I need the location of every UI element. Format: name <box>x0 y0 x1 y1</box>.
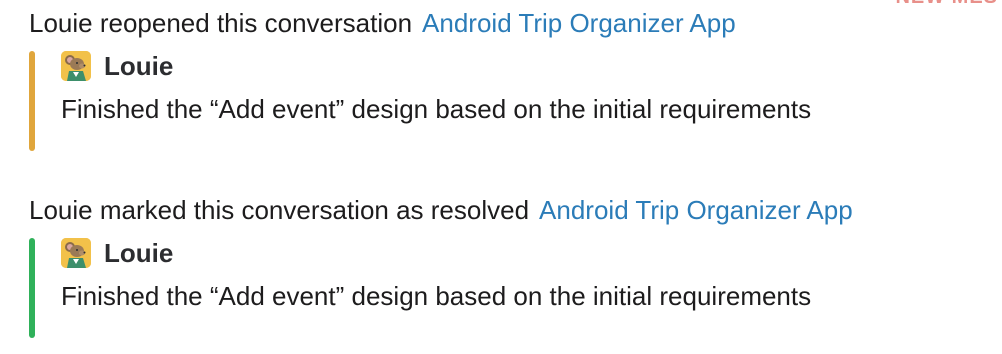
quote-author: Louie <box>61 49 982 83</box>
quote-author: Louie <box>61 236 982 270</box>
event-line: Louie marked this conversation as resolv… <box>29 193 982 227</box>
message-text: Finished the “Add event” design based on… <box>61 281 812 311</box>
author-name[interactable]: Louie <box>104 238 173 269</box>
conversation-link[interactable]: Android Trip Organizer App <box>539 195 853 225</box>
event-text: Louie reopened this conversation <box>29 8 413 38</box>
author-name[interactable]: Louie <box>104 51 173 82</box>
quoted-message[interactable]: Louie Finished the “Add event” design ba… <box>29 49 982 153</box>
conversation-link[interactable]: Android Trip Organizer App <box>422 8 736 38</box>
avatar-icon[interactable] <box>61 238 91 268</box>
activity-event-resolved: Louie marked this conversation as resolv… <box>29 193 982 340</box>
quote-bar-reopened <box>29 51 35 151</box>
event-line: Louie reopened this conversation Android … <box>29 6 982 40</box>
event-text: Louie marked this conversation as resolv… <box>29 195 530 225</box>
quote-bar-resolved <box>29 238 35 338</box>
quoted-message[interactable]: Louie Finished the “Add event” design ba… <box>29 236 982 340</box>
message-text: Finished the “Add event” design based on… <box>61 94 812 124</box>
activity-event-reopened: Louie reopened this conversation Android … <box>29 6 982 153</box>
avatar-icon[interactable] <box>61 51 91 81</box>
